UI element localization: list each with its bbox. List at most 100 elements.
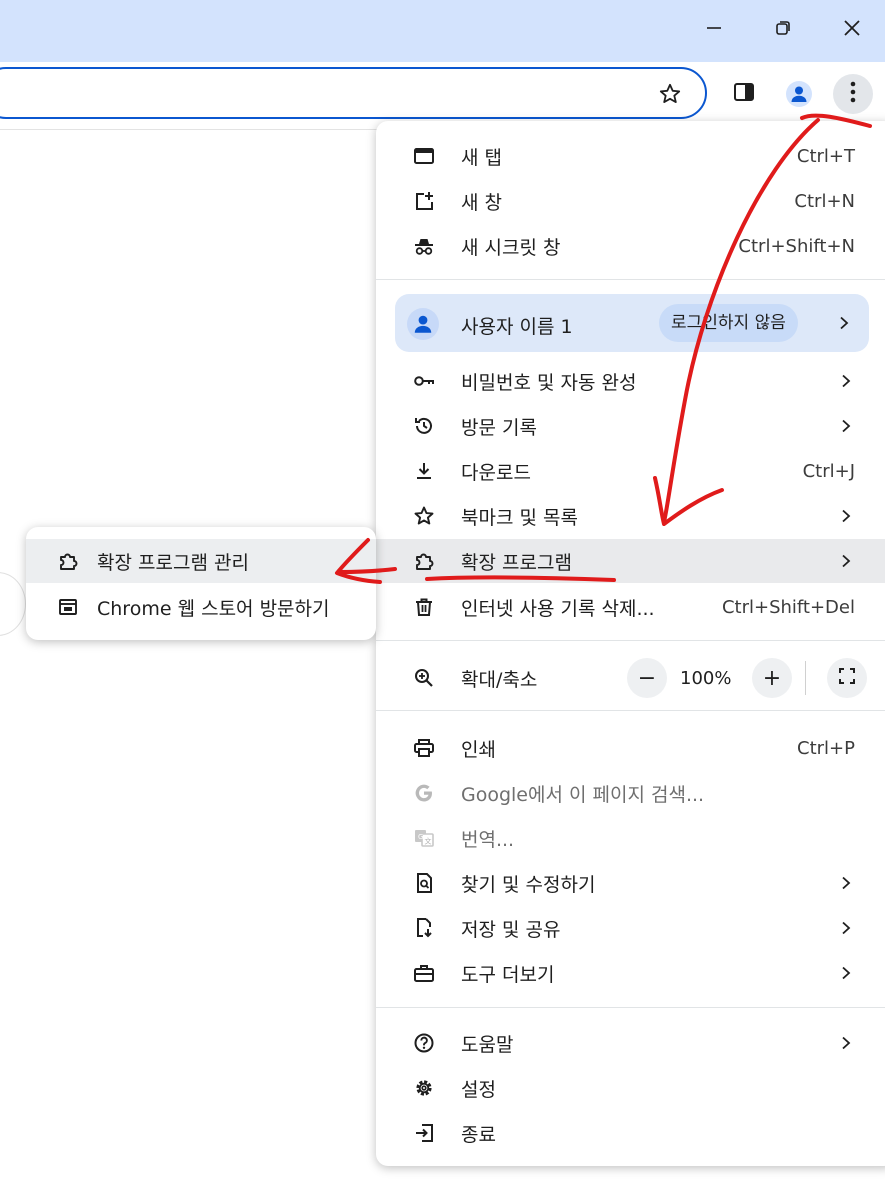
downloads-label: 다운로드	[461, 461, 531, 484]
help-label: 도움말	[461, 1033, 514, 1056]
incognito-shortcut: Ctrl+Shift+N	[738, 235, 855, 257]
profile-icon	[786, 81, 812, 107]
side-panel-button[interactable]	[724, 74, 764, 114]
trash-icon	[412, 595, 436, 619]
menu-item-zoom: 확대/축소 − 100% +	[376, 650, 885, 706]
close-icon	[843, 19, 861, 41]
menu-item-history[interactable]: 방문 기록	[376, 404, 885, 448]
new-tab-label: 새 탭	[461, 146, 502, 169]
menu-item-help[interactable]: 도움말	[376, 1021, 885, 1065]
minimize-button[interactable]	[694, 10, 734, 50]
chevron-right-icon	[839, 966, 853, 980]
zoom-minus-glyph: −	[637, 665, 657, 691]
menu-item-exit[interactable]: 종료	[376, 1111, 885, 1155]
menu-item-clear-data[interactable]: 인터넷 사용 기록 삭제... Ctrl+Shift+Del	[376, 585, 885, 629]
zoom-level: 100%	[680, 668, 732, 689]
manage-extensions-label: 확장 프로그램 관리	[97, 551, 249, 574]
key-icon	[412, 369, 436, 393]
extensions-label: 확장 프로그램	[461, 551, 572, 574]
incognito-label: 새 시크릿 창	[461, 236, 561, 259]
fullscreen-button[interactable]	[827, 658, 867, 698]
address-bar[interactable]	[0, 67, 707, 119]
star-icon	[658, 82, 682, 110]
submenu-item-manage-extensions[interactable]: 확장 프로그램 관리	[26, 539, 376, 583]
menu-item-downloads[interactable]: 다운로드 Ctrl+J	[376, 449, 885, 493]
web-store-icon	[56, 595, 80, 619]
menu-item-more-tools[interactable]: 도구 더보기	[376, 951, 885, 995]
menu-item-search-page: Google에서 이 페이지 검색...	[376, 771, 885, 815]
profile-button[interactable]	[779, 74, 819, 114]
chrome-menu-button[interactable]	[833, 74, 873, 114]
chrome-menu: 새 탭 Ctrl+T 새 창 Ctrl+N 새 시크릿 창 Ctrl+Shift…	[376, 121, 885, 1166]
clear-data-label: 인터넷 사용 기록 삭제...	[461, 597, 655, 620]
puzzle-icon	[412, 549, 436, 573]
chevron-right-icon	[839, 509, 853, 523]
history-icon	[412, 414, 436, 438]
menu-item-new-window[interactable]: 새 창 Ctrl+N	[376, 179, 885, 223]
svg-text:G: G	[418, 833, 423, 841]
chevron-right-icon	[839, 921, 853, 935]
chevron-right-icon	[839, 1036, 853, 1050]
chevron-right-icon	[839, 554, 853, 568]
menu-divider	[376, 710, 885, 711]
extensions-submenu: 확장 프로그램 관리 Chrome 웹 스토어 방문하기	[26, 527, 376, 640]
menu-item-find-edit[interactable]: 찾기 및 수정하기	[376, 861, 885, 905]
zoom-plus-glyph: +	[762, 665, 782, 691]
menu-item-print[interactable]: 인쇄 Ctrl+P	[376, 726, 885, 770]
zoom-out-button[interactable]: −	[627, 658, 667, 698]
translate-icon: G文	[412, 826, 436, 850]
history-label: 방문 기록	[461, 416, 537, 439]
menu-item-translate: G文 번역...	[376, 816, 885, 860]
page-partial-element	[0, 572, 26, 636]
menu-item-bookmarks[interactable]: 북마크 및 목록	[376, 494, 885, 538]
exit-icon	[412, 1121, 436, 1145]
browser-toolbar	[0, 62, 885, 130]
bookmarks-label: 북마크 및 목록	[461, 506, 578, 529]
window-titlebar	[0, 0, 885, 62]
web-store-label: Chrome 웹 스토어 방문하기	[97, 597, 330, 620]
chevron-right-icon	[839, 876, 853, 890]
save-share-icon	[412, 916, 436, 940]
help-icon	[412, 1031, 436, 1055]
menu-item-passwords[interactable]: 비밀번호 및 자동 완성	[376, 359, 885, 403]
print-label: 인쇄	[461, 738, 496, 761]
printer-icon	[412, 736, 436, 760]
new-tab-icon	[412, 144, 436, 168]
menu-item-settings[interactable]: 설정	[376, 1066, 885, 1110]
menu-divider	[376, 640, 885, 641]
menu-item-extensions[interactable]: 확장 프로그램	[376, 539, 885, 583]
zoom-in-button[interactable]: +	[752, 658, 792, 698]
downloads-shortcut: Ctrl+J	[802, 460, 855, 482]
new-tab-shortcut: Ctrl+T	[796, 145, 855, 167]
print-shortcut: Ctrl+P	[797, 737, 855, 759]
menu-item-new-tab[interactable]: 새 탭 Ctrl+T	[376, 134, 885, 178]
find-edit-label: 찾기 및 수정하기	[461, 873, 596, 896]
zoom-label: 확대/축소	[461, 668, 538, 691]
save-share-label: 저장 및 공유	[461, 918, 561, 941]
close-button[interactable]	[832, 10, 872, 50]
chevron-right-icon	[839, 374, 853, 388]
clear-data-shortcut: Ctrl+Shift+Del	[721, 596, 855, 618]
menu-divider	[376, 279, 885, 280]
new-window-label: 새 창	[461, 191, 502, 214]
exit-label: 종료	[461, 1123, 496, 1146]
zoom-divider	[805, 661, 806, 695]
side-panel-icon	[732, 80, 756, 108]
profile-row[interactable]: 사용자 이름 1 로그인하지 않음	[395, 294, 869, 352]
star-icon	[412, 504, 436, 528]
menu-item-save-share[interactable]: 저장 및 공유	[376, 906, 885, 950]
menu-item-incognito[interactable]: 새 시크릿 창 Ctrl+Shift+N	[376, 224, 885, 268]
chevron-right-icon	[839, 419, 853, 433]
chevron-right-icon	[837, 315, 851, 330]
minimize-icon	[705, 19, 723, 41]
zoom-in-icon	[412, 666, 436, 690]
fullscreen-icon	[838, 666, 856, 691]
new-window-shortcut: Ctrl+N	[794, 190, 855, 212]
passwords-label: 비밀번호 및 자동 완성	[461, 371, 637, 394]
submenu-item-web-store[interactable]: Chrome 웹 스토어 방문하기	[26, 585, 376, 629]
puzzle-icon	[56, 549, 80, 573]
bookmark-star-button[interactable]	[650, 76, 690, 116]
incognito-icon	[412, 234, 436, 258]
restore-button[interactable]	[763, 10, 803, 50]
new-window-icon	[412, 189, 436, 213]
